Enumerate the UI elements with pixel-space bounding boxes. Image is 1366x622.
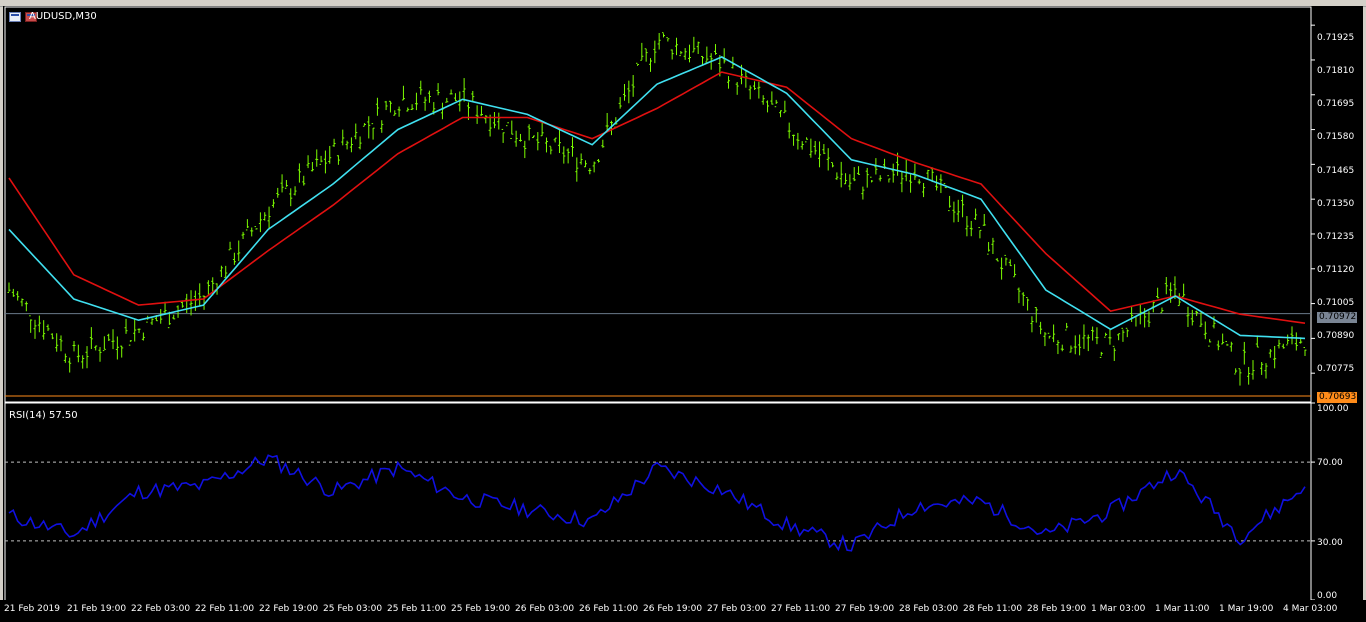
rsi-indicator-label: RSI(14) 57.50	[9, 410, 78, 421]
time-tick-label: 22 Feb 03:00	[131, 604, 191, 614]
main-chart-frame	[4, 6, 1312, 403]
price-tick-label: 0.71810	[1317, 66, 1355, 76]
time-tick-label: 22 Feb 19:00	[259, 604, 319, 614]
time-tick-label: 28 Feb 11:00	[963, 604, 1023, 614]
price-tick-label: 0.71350	[1317, 199, 1355, 209]
rsi-tick-label: 70.00	[1317, 458, 1343, 468]
time-tick-label: 25 Feb 11:00	[387, 604, 447, 614]
time-tick-label: 21 Feb 19:00	[67, 604, 127, 614]
chart-window-icon	[9, 12, 21, 22]
time-tick-label: 26 Feb 03:00	[515, 604, 575, 614]
current-price-tag: 0.70972	[1317, 312, 1357, 323]
time-tick-label: 21 Feb 2019	[4, 604, 61, 614]
time-tick-label: 27 Feb 11:00	[771, 604, 831, 614]
price-tick-label: 0.70775	[1317, 364, 1355, 374]
chart-window[interactable]: AUDUSD,M30 RSI(14) 57.50 0.71925 0.71810…	[3, 6, 1363, 606]
time-tick-label: 26 Feb 19:00	[643, 604, 703, 614]
time-tick-label: 27 Feb 03:00	[707, 604, 767, 614]
time-tick-label: 27 Feb 19:00	[835, 604, 895, 614]
price-tick-label: 0.71695	[1317, 99, 1355, 109]
price-tick-label: 0.71005	[1317, 298, 1355, 308]
time-tick-label: 28 Feb 19:00	[1027, 604, 1087, 614]
time-axis: 21 Feb 2019 21 Feb 19:00 22 Feb 03:00 22…	[0, 600, 1366, 622]
time-tick-label: 25 Feb 03:00	[323, 604, 383, 614]
rsi-tick-label: 100.00	[1317, 404, 1349, 414]
time-tick-label: 28 Feb 03:00	[899, 604, 959, 614]
price-tick-label: 0.71925	[1317, 33, 1355, 43]
price-tick-label: 0.71120	[1317, 265, 1355, 275]
rsi-tick-label: 30.00	[1317, 538, 1343, 548]
price-tick-label: 0.71465	[1317, 166, 1355, 176]
time-tick-label: 4 Mar 03:00	[1283, 604, 1338, 614]
chart-symbol-title: AUDUSD,M30	[29, 11, 97, 22]
time-tick-label: 1 Mar 03:00	[1091, 604, 1146, 614]
time-tick-label: 26 Feb 11:00	[579, 604, 639, 614]
low-price-tag: 0.70693	[1317, 392, 1357, 403]
rsi-panel-frame	[4, 402, 1312, 603]
rsi-line	[8, 454, 1306, 552]
price-tick-label: 0.71235	[1317, 232, 1355, 242]
price-tick-label: 0.71580	[1317, 132, 1355, 142]
time-tick-label: 1 Mar 11:00	[1155, 604, 1210, 614]
chart-canvas[interactable]	[3, 6, 1363, 606]
time-tick-label: 1 Mar 19:00	[1219, 604, 1274, 614]
time-tick-label: 25 Feb 19:00	[451, 604, 511, 614]
ma-slow-line	[8, 71, 1306, 324]
price-tick-label: 0.70890	[1317, 331, 1355, 341]
time-tick-label: 22 Feb 11:00	[195, 604, 255, 614]
